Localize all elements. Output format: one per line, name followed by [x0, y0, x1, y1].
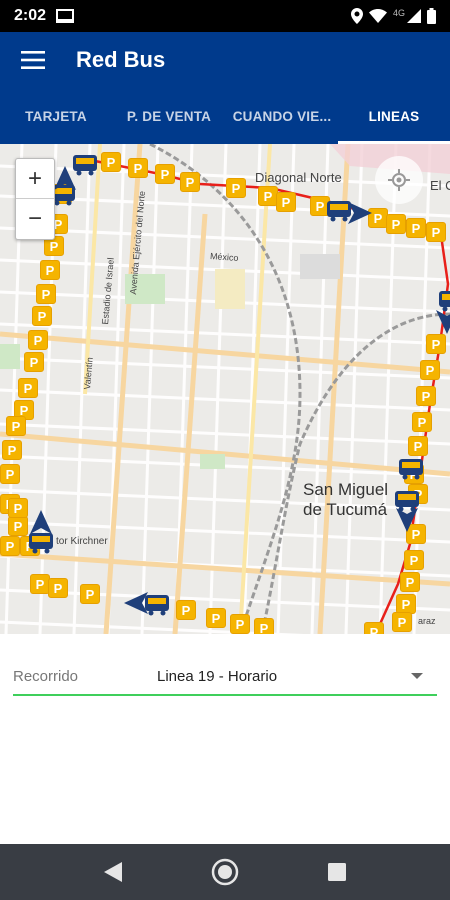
- tab-tarjeta[interactable]: TARJETA: [0, 88, 112, 144]
- tab-puntos-de-venta[interactable]: P. DE VENTA: [112, 88, 226, 144]
- map-label-mexico: México: [209, 251, 239, 263]
- status-bar: 2:02 4G: [0, 0, 450, 32]
- parking-marker-icon[interactable]: P: [28, 330, 48, 350]
- screen-cast-icon: [56, 9, 75, 23]
- parking-marker-icon[interactable]: P: [392, 612, 412, 632]
- tab-lineas[interactable]: LINEAS: [338, 88, 450, 144]
- direction-arrow-icon: [124, 592, 148, 616]
- parking-marker-icon[interactable]: P: [386, 214, 406, 234]
- parking-marker-icon[interactable]: P: [24, 352, 44, 372]
- bus-icon[interactable]: [438, 290, 450, 312]
- battery-icon: [427, 8, 436, 24]
- parking-marker-icon[interactable]: P: [412, 412, 432, 432]
- parking-marker-icon[interactable]: P: [426, 222, 446, 242]
- parking-marker-icon[interactable]: P: [404, 550, 424, 570]
- direction-arrow-icon: [348, 202, 372, 226]
- direction-arrow-icon: [436, 310, 450, 334]
- zoom-in-button[interactable]: +: [16, 159, 54, 199]
- parking-marker-icon[interactable]: P: [276, 192, 296, 212]
- parking-marker-icon[interactable]: P: [396, 594, 416, 614]
- map-label-el-c: El C: [430, 178, 450, 193]
- parking-marker-icon[interactable]: P: [364, 622, 384, 634]
- route-form: Recorrido Linea 19 - Horario: [0, 634, 450, 844]
- parking-marker-icon[interactable]: P: [400, 572, 420, 592]
- network-type: 4G: [392, 8, 405, 18]
- status-time: 2:02: [14, 7, 47, 24]
- status-icons: 4G: [350, 8, 436, 24]
- parking-marker-icon[interactable]: P: [254, 618, 274, 634]
- parking-marker-icon[interactable]: P: [176, 600, 196, 620]
- dropdown-arrow-icon[interactable]: [405, 664, 429, 688]
- parking-marker-icon[interactable]: P: [0, 536, 20, 556]
- recorrido-label: Recorrido: [13, 667, 79, 685]
- tab-cuando-viene[interactable]: CUANDO VIE...: [226, 88, 338, 144]
- parking-marker-icon[interactable]: P: [180, 172, 200, 192]
- parking-marker-icon[interactable]: P: [48, 578, 68, 598]
- parking-marker-icon[interactable]: P: [226, 178, 246, 198]
- my-location-button[interactable]: [375, 156, 423, 204]
- parking-marker-icon[interactable]: P: [258, 186, 278, 206]
- recorrido-select[interactable]: Recorrido Linea 19 - Horario: [13, 658, 437, 696]
- parking-marker-icon[interactable]: P: [30, 574, 50, 594]
- map-label-right-partial: araz: [418, 616, 436, 626]
- zoom-out-button[interactable]: −: [16, 199, 54, 239]
- parking-marker-icon[interactable]: P: [426, 334, 446, 354]
- parking-marker-icon[interactable]: P: [230, 614, 250, 634]
- parking-marker-icon[interactable]: P: [6, 416, 26, 436]
- location-icon: [350, 8, 363, 24]
- parking-marker-icon[interactable]: P: [408, 436, 428, 456]
- parking-marker-icon[interactable]: P: [206, 608, 226, 628]
- parking-marker-icon[interactable]: P: [32, 306, 52, 326]
- parking-marker-icon[interactable]: P: [416, 386, 436, 406]
- system-nav-bar: [0, 844, 450, 900]
- recorrido-value[interactable]: Linea 19 - Horario: [157, 668, 405, 685]
- recents-square-icon[interactable]: [320, 855, 354, 889]
- direction-arrow-icon: [30, 510, 52, 534]
- app-root: 2:02 4G Red Bus TARJETA P. DE VENTA CUAN…: [0, 0, 450, 900]
- parking-marker-icon[interactable]: P: [8, 498, 28, 518]
- map-label-diagonal-norte: Diagonal Norte: [255, 170, 342, 185]
- tab-bar: TARJETA P. DE VENTA CUANDO VIE... LINEAS: [0, 88, 450, 144]
- parking-marker-icon[interactable]: P: [36, 284, 56, 304]
- cell-signal-icon: [407, 9, 421, 23]
- crosshair-icon: [388, 169, 410, 191]
- parking-marker-icon[interactable]: P: [406, 218, 426, 238]
- parking-marker-icon[interactable]: P: [155, 164, 175, 184]
- parking-marker-icon[interactable]: P: [420, 360, 440, 380]
- parking-marker-icon[interactable]: P: [40, 260, 60, 280]
- hamburger-menu-icon[interactable]: [0, 32, 66, 88]
- bus-icon[interactable]: [398, 458, 424, 480]
- wifi-icon: [368, 9, 387, 23]
- app-bar: Red Bus: [0, 32, 450, 88]
- direction-arrow-icon: [54, 166, 76, 190]
- parking-marker-icon[interactable]: P: [128, 158, 148, 178]
- parking-marker-icon[interactable]: P: [8, 516, 28, 536]
- direction-arrow-icon: [396, 508, 418, 532]
- parking-marker-icon[interactable]: P: [80, 584, 100, 604]
- map-label-kirchner: tor Kirchner: [56, 536, 108, 547]
- zoom-control: + −: [15, 158, 55, 240]
- route-map[interactable]: Diagonal Norte El C México Avenida Ejérc…: [0, 144, 450, 634]
- parking-marker-icon[interactable]: P: [2, 440, 22, 460]
- back-triangle-icon[interactable]: [96, 855, 130, 889]
- map-label-city: San Miguel de Tucumá: [303, 480, 389, 519]
- bus-icon[interactable]: [28, 532, 54, 554]
- parking-marker-icon[interactable]: P: [0, 464, 20, 484]
- parking-marker-icon[interactable]: P: [18, 378, 38, 398]
- app-title: Red Bus: [76, 47, 166, 72]
- parking-marker-icon[interactable]: P: [101, 152, 121, 172]
- home-circle-icon[interactable]: [208, 855, 242, 889]
